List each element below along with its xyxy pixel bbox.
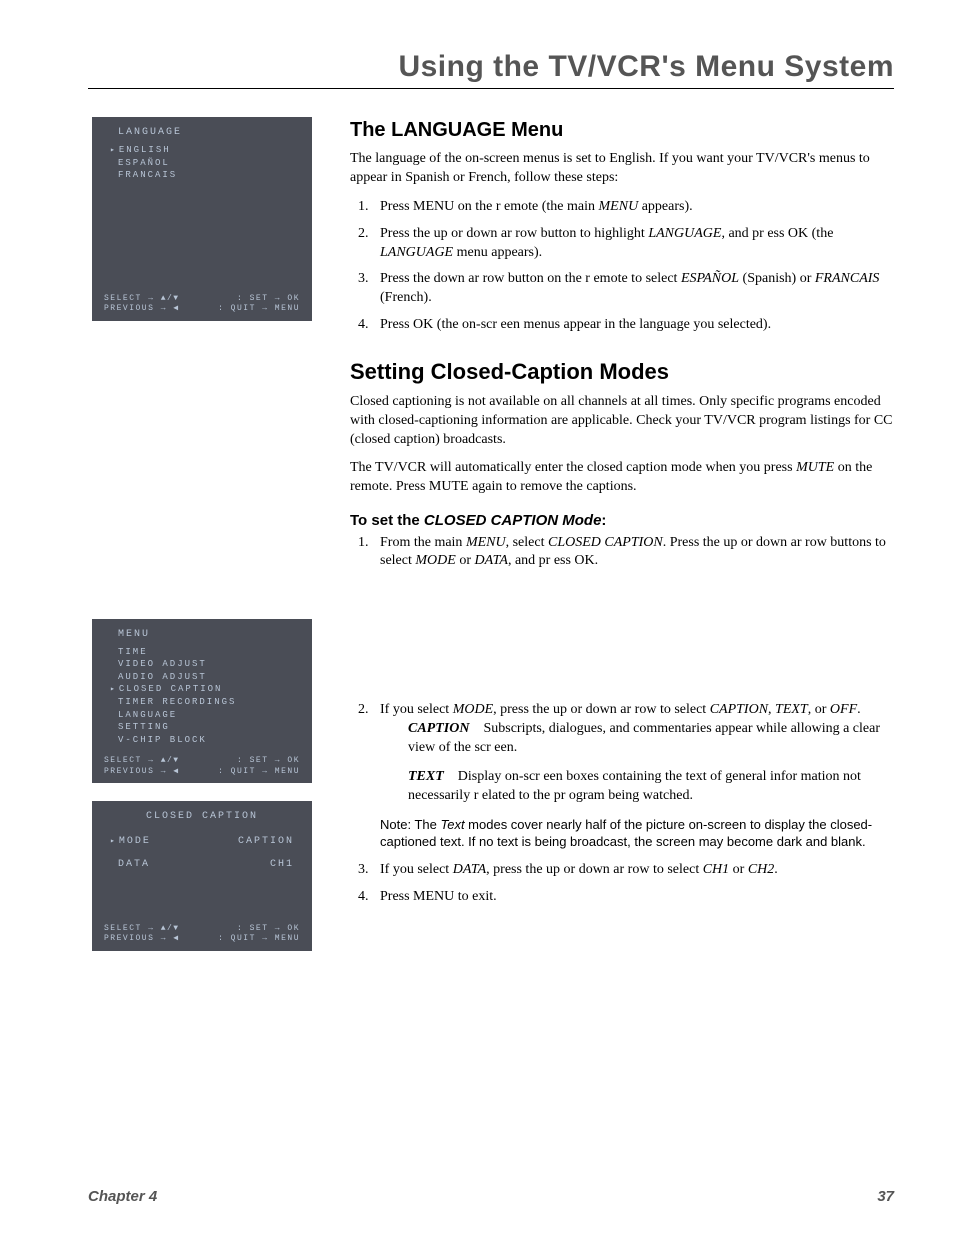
osd-title: LANGUAGE bbox=[104, 127, 300, 138]
chapter-label: Chapter 4 bbox=[88, 1188, 157, 1205]
page-footer: Chapter 4 37 bbox=[88, 1168, 894, 1205]
osd-footer: SELECT → ▲/▼: SET → OK PREVIOUS → ◀: QUI… bbox=[104, 754, 300, 777]
paragraph: The language of the on-screen menus is s… bbox=[350, 150, 894, 188]
sidebar: LANGUAGE ENGLISH ESPAÑOL FRANCAIS SELECT… bbox=[88, 117, 322, 1168]
list-item: From the main MENU, select CLOSED CAPTIO… bbox=[372, 534, 894, 572]
osd-row: DATA CH1 bbox=[104, 857, 300, 872]
osd-item: TIME bbox=[104, 646, 300, 659]
osd-closed-caption: CLOSED CAPTION MODE CAPTION DATA CH1 SEL… bbox=[92, 801, 312, 951]
heading-closed-caption: Setting Closed-Caption Modes bbox=[350, 357, 894, 387]
osd-item: FRANCAIS bbox=[104, 169, 300, 182]
osd-item: ENGLISH bbox=[104, 144, 300, 157]
definition-caption: CAPTIONSubscripts, dialogues, and commen… bbox=[408, 720, 894, 758]
list-item: If you select MODE, press the up or down… bbox=[372, 701, 894, 851]
osd-footer: SELECT → ▲/▼: SET → OK PREVIOUS → ◀: QUI… bbox=[104, 292, 300, 315]
osd-menu: MENU TIME VIDEO ADJUST AUDIO ADJUST CLOS… bbox=[92, 619, 312, 784]
paragraph: Closed captioning is not available on al… bbox=[350, 393, 894, 450]
osd-language: LANGUAGE ENGLISH ESPAÑOL FRANCAIS SELECT… bbox=[92, 117, 312, 321]
osd-item: AUDIO ADJUST bbox=[104, 671, 300, 684]
title-rule bbox=[88, 88, 894, 89]
list-item: Press OK (the on-scr een menus appear in… bbox=[372, 316, 894, 335]
osd-item: TIMER RECORDINGS bbox=[104, 696, 300, 709]
osd-item: SETTING bbox=[104, 721, 300, 734]
osd-title: CLOSED CAPTION bbox=[104, 811, 300, 822]
paragraph: The TV/VCR will automatically enter the … bbox=[350, 459, 894, 497]
note: Note: The Text modes cover nearly half o… bbox=[380, 816, 894, 851]
osd-item: LANGUAGE bbox=[104, 709, 300, 722]
osd-item: ESPAÑOL bbox=[104, 157, 300, 170]
osd-row: MODE CAPTION bbox=[104, 834, 300, 849]
subheading-set-cc-mode: To set the CLOSED CAPTION Mode: bbox=[350, 511, 894, 531]
osd-item: V-CHIP BLOCK bbox=[104, 734, 300, 747]
list-item: If you select DATA, press the up or down… bbox=[372, 861, 894, 880]
heading-language-menu: The LANGUAGE Menu bbox=[350, 117, 894, 144]
list-item: Press the up or down ar row button to hi… bbox=[372, 225, 894, 263]
osd-footer: SELECT → ▲/▼: SET → OK PREVIOUS → ◀: QUI… bbox=[104, 922, 300, 945]
list-item: Press MENU on the r emote (the main MENU… bbox=[372, 198, 894, 217]
ordered-list: Press MENU on the r emote (the main MENU… bbox=[350, 198, 894, 335]
ordered-list: If you select MODE, press the up or down… bbox=[350, 701, 894, 906]
main-content: The LANGUAGE Menu The language of the on… bbox=[350, 117, 894, 1168]
page-title: Using the TV/VCR's Menu System bbox=[88, 50, 894, 84]
osd-title: MENU bbox=[104, 629, 300, 640]
definition-text: TEXTDisplay on-scr een boxes containing … bbox=[408, 768, 894, 806]
list-item: Press MENU to exit. bbox=[372, 888, 894, 907]
ordered-list: From the main MENU, select CLOSED CAPTIO… bbox=[350, 534, 894, 572]
page-number: 37 bbox=[877, 1188, 894, 1205]
list-item: Press the down ar row button on the r em… bbox=[372, 270, 894, 308]
osd-item: VIDEO ADJUST bbox=[104, 658, 300, 671]
osd-item: CLOSED CAPTION bbox=[104, 683, 300, 696]
